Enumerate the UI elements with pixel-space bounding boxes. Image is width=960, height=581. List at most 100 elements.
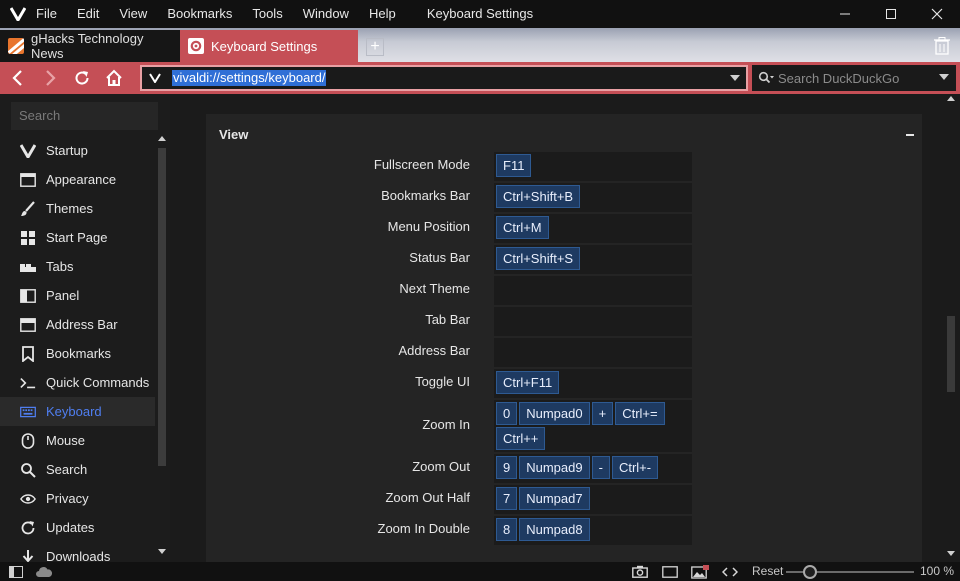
vivaldi-v-icon: [144, 67, 166, 89]
sidebar-item-search[interactable]: Search: [0, 455, 155, 484]
key-binding[interactable]: Ctrl+Shift+B: [496, 185, 581, 208]
sidebar-item-label: Quick Commands: [46, 375, 150, 390]
shortcut-field[interactable]: F11: [494, 152, 692, 181]
home-button[interactable]: [98, 62, 130, 94]
shortcut-field[interactable]: Ctrl+Shift+S: [494, 245, 692, 274]
sidebar-item-keyboard[interactable]: Keyboard: [0, 397, 155, 426]
key-binding[interactable]: Numpad9: [519, 456, 590, 479]
maximize-button[interactable]: [868, 0, 914, 28]
cloud-sync-icon[interactable]: [34, 562, 54, 581]
menu-item-edit[interactable]: Edit: [77, 0, 119, 28]
settings-search-input[interactable]: Search: [11, 102, 158, 130]
sidebar-item-start-page[interactable]: Start Page: [0, 223, 155, 252]
sidebar-item-label: Appearance: [46, 172, 117, 187]
tab-label: Keyboard Settings: [211, 38, 318, 54]
sidebar-item-bookmarks[interactable]: Bookmarks: [0, 339, 155, 368]
key-binding[interactable]: 8: [496, 518, 518, 541]
sidebar-item-label: Bookmarks: [46, 346, 112, 361]
key-binding[interactable]: Ctrl++: [496, 427, 546, 450]
settings-content: View Fullscreen Mode F11 Bookmarks Bar Ctrl…: [170, 94, 960, 574]
key-binding[interactable]: 7: [496, 487, 518, 510]
vivaldi-icon: [20, 143, 36, 159]
sidebar-item-address-bar[interactable]: Address Bar: [0, 310, 155, 339]
shortcut-field[interactable]: 8 Numpad8: [494, 516, 692, 545]
sidebar-item-label: Tabs: [46, 259, 74, 274]
sidebar-item-appearance[interactable]: Appearance: [0, 165, 155, 194]
panel-toggle-icon[interactable]: [6, 562, 26, 581]
shortcut-row: Fullscreen Mode F11: [206, 152, 922, 183]
tiling-icon[interactable]: [660, 562, 680, 581]
sidebar-item-quick-commands[interactable]: Quick Commands: [0, 368, 155, 397]
trash-icon[interactable]: [934, 37, 950, 55]
page-actions-icon[interactable]: [720, 562, 740, 581]
status-bar: Reset 100 %: [0, 562, 960, 581]
sidebar-item-mouse[interactable]: Mouse: [0, 426, 155, 455]
menu-item-window[interactable]: Window: [303, 0, 369, 28]
key-binding[interactable]: Numpad0: [519, 402, 590, 425]
forward-button[interactable]: [34, 62, 66, 94]
chevron-down-icon[interactable]: [728, 71, 742, 85]
key-binding[interactable]: Ctrl+M: [496, 216, 549, 239]
sidebar-item-panel[interactable]: Panel: [0, 281, 155, 310]
menu-item-file[interactable]: File: [36, 0, 77, 28]
shortcut-field[interactable]: 0 Numpad0 + Ctrl+= Ctrl++: [494, 400, 692, 452]
key-binding[interactable]: Ctrl+F11: [496, 371, 560, 394]
key-binding[interactable]: -: [591, 456, 610, 479]
search-placeholder: Search DuckDuckGo: [778, 70, 900, 86]
image-icon[interactable]: [690, 562, 710, 581]
sidebar-item-tabs[interactable]: Tabs: [0, 252, 155, 281]
shortcut-label: Status Bar: [409, 250, 470, 265]
chevron-down-icon[interactable]: [938, 71, 950, 83]
minimize-button[interactable]: [822, 0, 868, 28]
menu-item-tools[interactable]: Tools: [252, 0, 302, 28]
shortcut-field[interactable]: [494, 338, 692, 367]
search-field[interactable]: Search DuckDuckGo: [752, 65, 956, 91]
menu-item-bookmarks[interactable]: Bookmarks: [167, 0, 252, 28]
key-binding[interactable]: Numpad8: [519, 518, 590, 541]
sidebar-scrollbar[interactable]: [157, 136, 167, 554]
shortcut-label: Zoom In Double: [377, 521, 471, 536]
sidebar-item-themes[interactable]: Themes: [0, 194, 155, 223]
zoom-reset-button[interactable]: Reset: [752, 562, 783, 581]
key-binding[interactable]: 0: [496, 402, 518, 425]
address-field[interactable]: vivaldi://settings/keyboard/: [140, 65, 748, 91]
vivaldi-logo-icon[interactable]: [4, 0, 32, 28]
menu-item-view[interactable]: View: [119, 0, 167, 28]
sidebar-item-privacy[interactable]: Privacy: [0, 484, 155, 513]
shortcut-field[interactable]: [494, 307, 692, 336]
key-binding[interactable]: Ctrl+=: [615, 402, 665, 425]
tab-keyboard-settings[interactable]: Keyboard Settings: [180, 30, 358, 62]
url-text[interactable]: vivaldi://settings/keyboard/: [172, 70, 327, 86]
shortcut-row: Status Bar Ctrl+Shift+S: [206, 245, 922, 276]
key-binding[interactable]: Ctrl+Shift+S: [496, 247, 581, 270]
shortcut-field[interactable]: Ctrl+Shift+B: [494, 183, 692, 212]
sidebar-item-startup[interactable]: Startup: [0, 136, 155, 165]
shortcut-field[interactable]: 7 Numpad7: [494, 485, 692, 514]
sidebar-item-label: Panel: [46, 288, 80, 303]
shortcut-field[interactable]: Ctrl+M: [494, 214, 692, 243]
close-button[interactable]: [914, 0, 960, 28]
menu-item-help[interactable]: Help: [369, 0, 416, 28]
shortcut-field[interactable]: [494, 276, 692, 305]
shortcut-row: Tab Bar: [206, 307, 922, 338]
content-scrollbar[interactable]: [946, 94, 956, 562]
eye-icon: [20, 491, 36, 507]
back-button[interactable]: [2, 62, 34, 94]
key-binding[interactable]: F11: [496, 154, 532, 177]
shortcut-label: Address Bar: [398, 343, 470, 358]
shortcut-row: Bookmarks Bar Ctrl+Shift+B: [206, 183, 922, 214]
camera-icon[interactable]: [630, 562, 650, 581]
shortcut-field[interactable]: 9 Numpad9- Ctrl+-: [494, 454, 692, 483]
key-binding[interactable]: Numpad7: [519, 487, 590, 510]
sidebar-item-updates[interactable]: Updates: [0, 513, 155, 542]
key-binding[interactable]: 9: [496, 456, 518, 479]
settings-nav: Startup Appearance Themes Start Page Tabs Pan…: [0, 136, 155, 571]
reload-button[interactable]: [66, 62, 98, 94]
zoom-slider-knob[interactable]: [803, 565, 817, 579]
new-tab-button[interactable]: +: [366, 38, 384, 56]
key-binding[interactable]: Ctrl+-: [611, 456, 659, 479]
shortcut-field[interactable]: Ctrl+F11: [494, 369, 692, 398]
key-binding[interactable]: +: [591, 402, 614, 425]
collapse-icon[interactable]: [906, 134, 914, 136]
tab-ghacks[interactable]: gHacks Technology News: [0, 30, 180, 62]
